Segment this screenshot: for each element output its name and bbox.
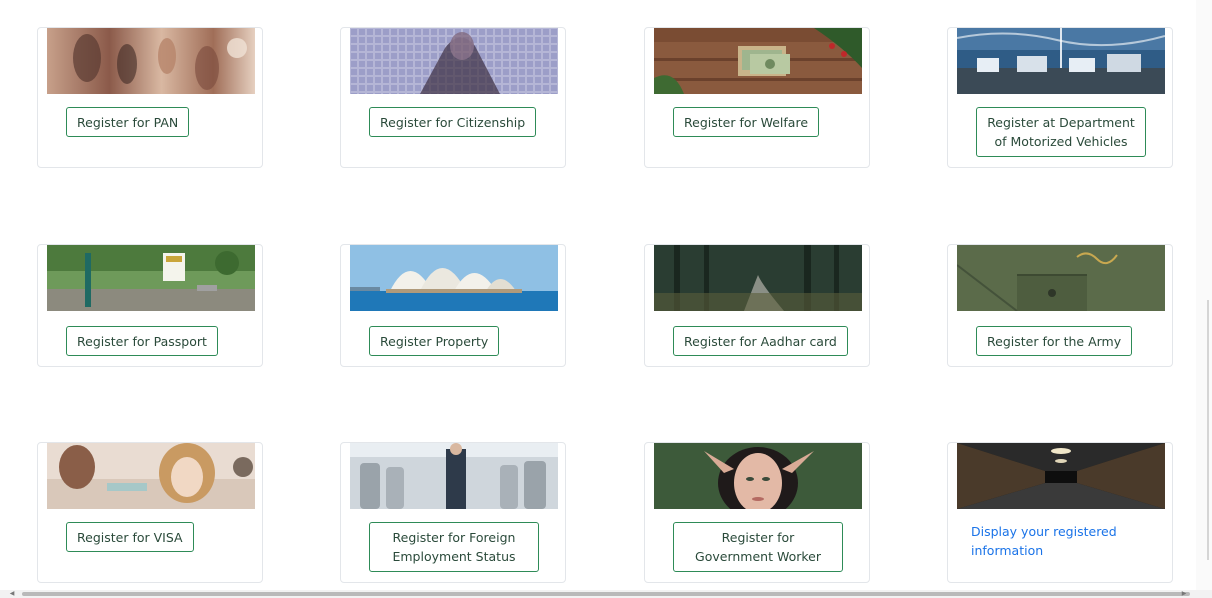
park-sign-photo [47,245,255,311]
money-gift-photo [654,28,862,94]
card-passport: Register for Passport [37,244,263,367]
register-pan-button[interactable]: Register for PAN [66,107,190,137]
green-jacket-photo [957,245,1165,311]
elf-portrait-photo [654,443,862,509]
dark-corridor-photo [957,443,1165,509]
pixel-mosaic-portrait-photo [350,28,558,94]
card-pan: Register for PAN [37,27,263,168]
ship-deck-photo [957,28,1165,94]
register-government-worker-button[interactable]: Register for Government Worker [673,522,843,572]
card-welfare: Register for Welfare [644,27,870,168]
register-motor-vehicles-button[interactable]: Register at Department of Motorized Vehi… [976,107,1146,157]
register-aadhar-button[interactable]: Register for Aadhar card [673,326,848,356]
register-passport-button[interactable]: Register for Passport [66,326,218,356]
register-army-button[interactable]: Register for the Army [976,326,1133,356]
register-visa-button[interactable]: Register for VISA [66,522,194,552]
card-aadhar: Register for Aadhar card [644,244,870,367]
card-visa: Register for VISA [37,442,263,583]
register-citizenship-button[interactable]: Register for Citizenship [369,107,537,137]
card-motor-vehicles: Register at Department of Motorized Vehi… [947,27,1173,168]
forest-road-photo [654,245,862,311]
scroll-left-icon[interactable]: ◀ [8,590,16,598]
card-citizenship: Register for Citizenship [340,27,566,168]
airplane-cabin-photo [350,443,558,509]
register-property-button[interactable]: Register Property [369,326,500,356]
services-page: Register for PAN Register for Citizenshi… [0,0,1212,598]
display-registered-info-link[interactable]: Display your registered information [971,522,1121,560]
scroll-right-icon[interactable]: ▶ [1180,590,1188,598]
vertical-scrollbar-thumb[interactable] [1207,300,1209,560]
horizontal-scrollbar[interactable]: ◀ ▶ [0,590,1212,598]
card-registered-info: Display your registered information [947,442,1173,583]
card-army: Register for the Army [947,244,1173,367]
register-foreign-employment-button[interactable]: Register for Foreign Employment Status [369,522,539,572]
vertical-scrollbar[interactable] [1196,0,1212,598]
card-government-worker: Register for Government Worker [644,442,870,583]
sydney-opera-house-photo [350,245,558,311]
horizontal-scrollbar-thumb[interactable] [22,592,1190,596]
women-talking-photo [47,443,255,509]
register-welfare-button[interactable]: Register for Welfare [673,107,820,137]
market-crafts-photo [47,28,255,94]
card-property: Register Property [340,244,566,367]
card-foreign-employment: Register for Foreign Employment Status [340,442,566,583]
